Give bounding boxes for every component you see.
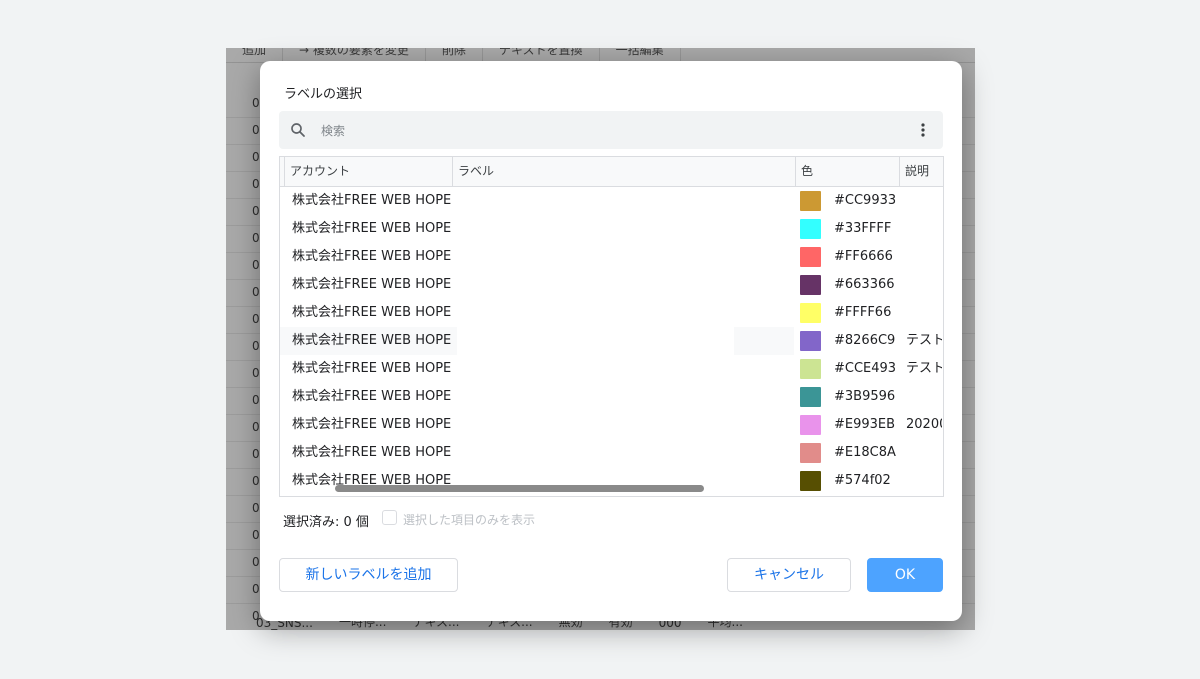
color-swatch <box>800 387 821 407</box>
table-row[interactable]: 株式会社FREE WEB HOPE #CC9933 <box>280 187 943 215</box>
search-bar <box>279 111 943 149</box>
cell-description <box>906 383 942 411</box>
column-header-account[interactable]: アカウント <box>284 157 452 186</box>
add-new-label-button[interactable]: 新しいラベルを追加 <box>279 558 458 592</box>
more-vert-icon[interactable] <box>915 122 931 138</box>
cell-description <box>906 187 942 215</box>
cell-account: 株式会社FREE WEB HOPE <box>292 249 452 264</box>
label-table: アカウント ラベル 色 説明 株式会社FREE WEB HOPE #CC9933 株… <box>279 156 944 497</box>
show-selected-only-checkbox[interactable] <box>382 510 397 525</box>
table-header: アカウント ラベル 色 説明 <box>280 157 943 187</box>
cell-color-code: #663366 <box>834 277 895 292</box>
selected-count: 選択済み: 0 個 <box>283 515 369 530</box>
color-swatch <box>800 415 821 435</box>
table-row[interactable]: 株式会社FREE WEB HOPE #CCE493 テスト <box>280 355 943 383</box>
label-select-dialog: ラベルの選択 アカウント ラベル 色 説明 株式会社FREE WEB HOPE #… <box>260 61 962 621</box>
cell-description: テスト <box>906 361 942 376</box>
table-row[interactable]: 株式会社FREE WEB HOPE #3B9596 <box>280 383 943 411</box>
cell-color-code: #574f02 <box>834 473 891 488</box>
color-swatch <box>800 247 821 267</box>
cell-account: 株式会社FREE WEB HOPE <box>292 333 452 348</box>
column-header-color[interactable]: 色 <box>795 157 899 186</box>
cell-color-code: #8266C9 <box>834 333 896 348</box>
cell-description: テスト <box>906 333 942 348</box>
cell-description <box>906 439 942 467</box>
table-body: 株式会社FREE WEB HOPE #CC9933 株式会社FREE WEB HOP… <box>280 187 943 496</box>
cell-description <box>906 215 942 243</box>
column-header-description[interactable]: 説明 <box>899 157 943 186</box>
color-swatch <box>800 303 821 323</box>
cell-color-code: #33FFFF <box>834 221 892 236</box>
cancel-button[interactable]: キャンセル <box>727 558 851 592</box>
ok-button[interactable]: OK <box>867 558 943 592</box>
search-input[interactable] <box>319 120 883 142</box>
table-row[interactable]: 株式会社FREE WEB HOPE #E18C8A <box>280 439 943 467</box>
color-swatch <box>800 443 821 463</box>
table-row[interactable]: 株式会社FREE WEB HOPE #8266C9 テスト <box>280 327 943 355</box>
cell-color-code: #E18C8A <box>834 445 896 460</box>
cell-description <box>906 271 942 299</box>
cell-account: 株式会社FREE WEB HOPE <box>292 389 452 404</box>
cell-account: 株式会社FREE WEB HOPE <box>292 445 452 460</box>
dialog-title: ラベルの選択 <box>284 87 363 102</box>
row-hover-highlight <box>734 327 794 355</box>
color-swatch <box>800 471 821 491</box>
color-swatch <box>800 275 821 295</box>
cell-account: 株式会社FREE WEB HOPE <box>292 221 452 236</box>
table-row[interactable]: 株式会社FREE WEB HOPE #33FFFF <box>280 215 943 243</box>
color-swatch <box>800 219 821 239</box>
cell-color-code: #FF6666 <box>834 249 893 264</box>
cell-account: 株式会社FREE WEB HOPE <box>292 305 452 320</box>
table-row[interactable]: 株式会社FREE WEB HOPE #663366 <box>280 271 943 299</box>
cell-description <box>906 299 942 327</box>
cell-account: 株式会社FREE WEB HOPE <box>292 417 452 432</box>
show-selected-only-label: 選択した項目のみを表示 <box>403 513 536 527</box>
color-swatch <box>800 359 821 379</box>
cell-description <box>906 467 942 495</box>
cell-description <box>906 243 942 271</box>
table-row[interactable]: 株式会社FREE WEB HOPE #FF6666 <box>280 243 943 271</box>
table-row[interactable]: 株式会社FREE WEB HOPE #E993EB 20200 <box>280 411 943 439</box>
cell-description: 20200 <box>906 417 942 432</box>
column-header-label[interactable]: ラベル <box>452 157 795 186</box>
cell-account: 株式会社FREE WEB HOPE <box>292 277 452 292</box>
cell-color-code: #CC9933 <box>834 193 897 208</box>
search-icon <box>291 123 305 137</box>
cell-color-code: #FFFF66 <box>834 305 892 320</box>
cell-color-code: #3B9596 <box>834 389 896 404</box>
color-swatch <box>800 191 821 211</box>
cell-account: 株式会社FREE WEB HOPE <box>292 361 452 376</box>
horizontal-scrollbar[interactable] <box>335 485 704 492</box>
cell-account: 株式会社FREE WEB HOPE <box>292 193 452 208</box>
color-swatch <box>800 331 821 351</box>
table-row[interactable]: 株式会社FREE WEB HOPE #FFFF66 <box>280 299 943 327</box>
cell-color-code: #E993EB <box>834 417 896 432</box>
cell-color-code: #CCE493 <box>834 361 897 376</box>
